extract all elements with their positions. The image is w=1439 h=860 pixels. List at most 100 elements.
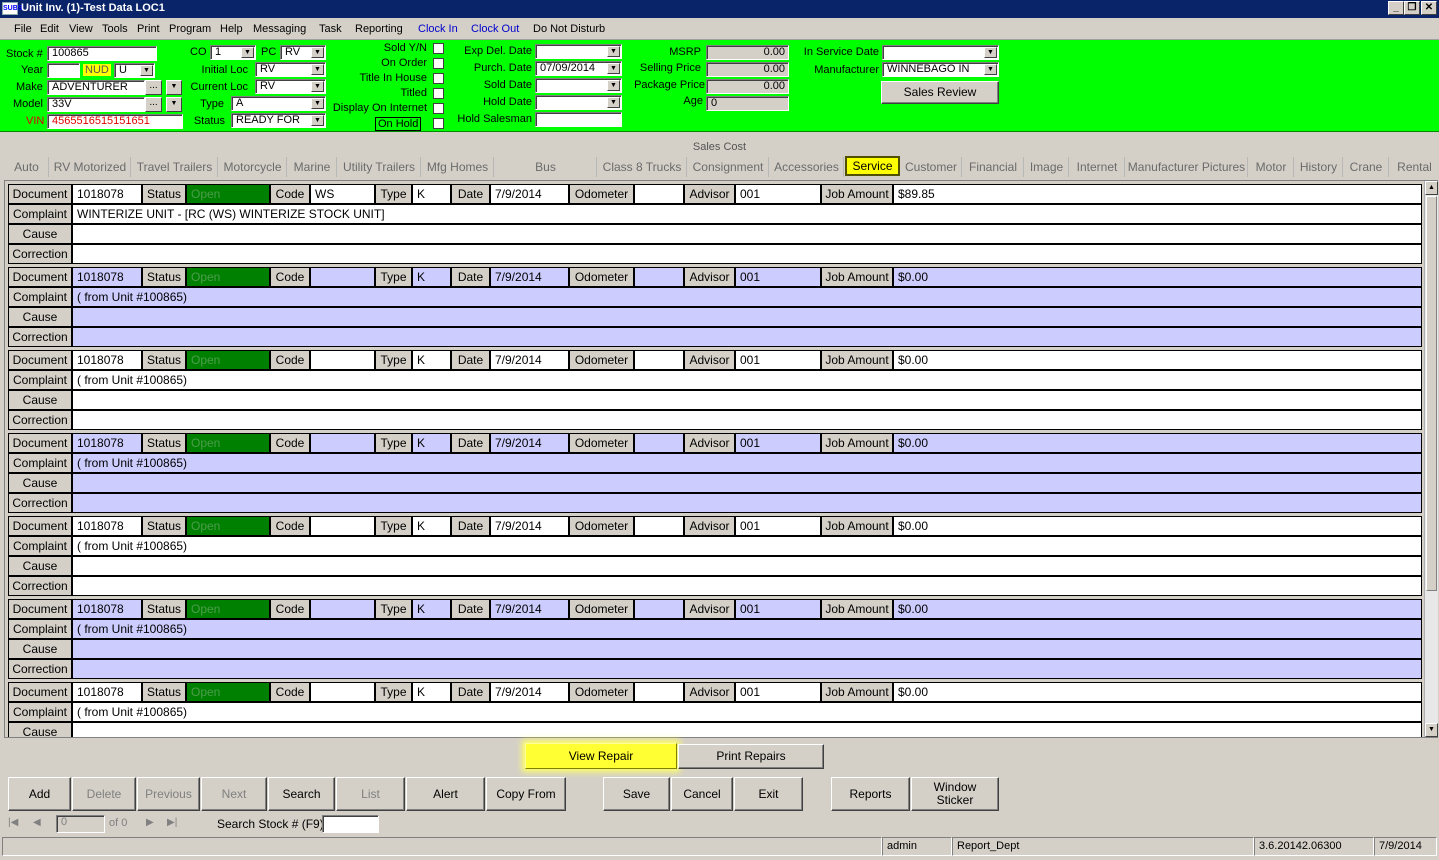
tab-travel-trailers[interactable]: Travel Trailers	[132, 157, 218, 177]
previous-record-icon[interactable]: ◀	[33, 817, 41, 828]
in-service-date-field[interactable]: ▼	[882, 45, 999, 60]
tab-image[interactable]: Image	[1025, 157, 1069, 177]
tab-customer[interactable]: Customer	[901, 157, 962, 177]
msrp-field[interactable]: 0.00	[706, 45, 789, 60]
status-value[interactable]: Open	[186, 682, 270, 702]
tab-utility-trailers[interactable]: Utility Trailers	[338, 157, 421, 177]
vin-field[interactable]: 4565516515151651	[47, 114, 183, 129]
complaint-field[interactable]: ( from Unit #100865)	[72, 287, 1422, 307]
menu-print[interactable]: Print	[137, 23, 160, 35]
status-value[interactable]: Open	[186, 433, 270, 453]
odometer-value[interactable]	[634, 184, 684, 204]
document-value[interactable]: 1018078	[72, 350, 142, 370]
tab-crane[interactable]: Crane	[1344, 157, 1389, 177]
complaint-field[interactable]: ( from Unit #100865)	[72, 453, 1422, 473]
hold-date-field[interactable]: ▼	[535, 95, 622, 110]
chevron-down-icon[interactable]: ▼	[311, 81, 324, 92]
odometer-value[interactable]	[634, 350, 684, 370]
minimize-button[interactable]: _	[1388, 1, 1404, 15]
nud-select[interactable]: U ▼	[114, 63, 155, 78]
job-amount-value[interactable]: $0.00	[893, 516, 1422, 536]
menu-program[interactable]: Program	[169, 23, 211, 35]
odometer-value[interactable]	[634, 433, 684, 453]
selling-price-field[interactable]: 0.00	[706, 62, 789, 77]
complaint-field[interactable]: ( from Unit #100865)	[72, 702, 1422, 722]
complaint-field[interactable]: ( from Unit #100865)	[72, 536, 1422, 556]
make-field[interactable]: ADVENTURER	[47, 80, 145, 95]
code-value[interactable]	[310, 599, 375, 619]
correction-field[interactable]	[72, 410, 1422, 430]
cause-field[interactable]	[72, 224, 1422, 244]
copy-from-button[interactable]: Copy From	[486, 777, 566, 811]
cause-field[interactable]	[72, 639, 1422, 659]
chevron-down-icon[interactable]: ▼	[984, 47, 997, 58]
chevron-down-icon[interactable]: ▼	[984, 64, 997, 75]
scroll-down-icon[interactable]: ▼	[1425, 723, 1438, 737]
close-button[interactable]: ✕	[1421, 1, 1437, 15]
tab-auto[interactable]: Auto	[5, 157, 49, 177]
sales-cost-header[interactable]: Sales Cost	[0, 140, 1439, 157]
complaint-field[interactable]: ( from Unit #100865)	[72, 370, 1422, 390]
tab-accessories[interactable]: Accessories	[770, 157, 844, 177]
tab-history[interactable]: History	[1295, 157, 1343, 177]
menu-tools[interactable]: Tools	[102, 23, 128, 35]
type-value[interactable]: K	[412, 599, 451, 619]
package-price-field[interactable]: 0.00	[706, 79, 789, 94]
document-value[interactable]: 1018078	[72, 599, 142, 619]
tab-consignment[interactable]: Consignment	[688, 157, 769, 177]
delete-button[interactable]: Delete	[72, 777, 136, 811]
code-value[interactable]: WS	[310, 184, 375, 204]
cause-field[interactable]	[72, 556, 1422, 576]
manufacturer-select[interactable]: WINNEBAGO IN ▼	[882, 62, 999, 77]
job-amount-value[interactable]: $0.00	[893, 350, 1422, 370]
cause-field[interactable]	[72, 722, 1422, 737]
status-select[interactable]: READY FOR ▼	[231, 113, 326, 128]
on-hold-checkbox[interactable]	[433, 118, 444, 129]
advisor-value[interactable]: 001	[735, 184, 821, 204]
complaint-field[interactable]: WINTERIZE UNIT - [RC (WS) WINTERIZE STOC…	[72, 204, 1422, 224]
tab-service[interactable]: Service	[845, 156, 900, 176]
menu-help[interactable]: Help	[220, 23, 243, 35]
type-value[interactable]: K	[412, 267, 451, 287]
print-repairs-button[interactable]: Print Repairs	[678, 744, 824, 769]
status-value[interactable]: Open	[186, 350, 270, 370]
restore-button[interactable]: ❐	[1404, 1, 1420, 15]
title-in-house-checkbox[interactable]	[433, 73, 444, 84]
job-amount-value[interactable]: $89.85	[893, 184, 1422, 204]
menu-file[interactable]: File	[14, 23, 32, 35]
advisor-value[interactable]: 001	[735, 682, 821, 702]
correction-field[interactable]	[72, 493, 1422, 513]
tab-rental[interactable]: Rental	[1390, 157, 1439, 177]
type-value[interactable]: K	[412, 433, 451, 453]
add-button[interactable]: Add	[8, 777, 71, 811]
cause-field[interactable]	[72, 473, 1422, 493]
next-record-icon[interactable]: ▶	[146, 817, 154, 828]
window-sticker-button[interactable]: Window Sticker	[911, 777, 999, 811]
exp-del-date-field[interactable]: ▼	[535, 44, 622, 59]
chevron-down-icon[interactable]: ▼	[607, 46, 620, 57]
save-button[interactable]: Save	[603, 777, 670, 811]
model-field[interactable]: 33V	[47, 97, 145, 112]
advisor-value[interactable]: 001	[735, 350, 821, 370]
tab-mfg-homes[interactable]: Mfg Homes	[422, 157, 494, 177]
date-value[interactable]: 7/9/2014	[490, 516, 569, 536]
document-value[interactable]: 1018078	[72, 267, 142, 287]
model-dropdown-button[interactable]: ▼	[166, 97, 182, 112]
advisor-value[interactable]: 001	[735, 433, 821, 453]
menu-do-not-disturb[interactable]: Do Not Disturb	[533, 23, 605, 35]
chevron-down-icon[interactable]: ▼	[241, 47, 254, 58]
advisor-value[interactable]: 001	[735, 267, 821, 287]
advisor-value[interactable]: 001	[735, 599, 821, 619]
tab-bus[interactable]: Bus	[495, 157, 597, 177]
status-value[interactable]: Open	[186, 184, 270, 204]
chevron-down-icon[interactable]: ▼	[607, 97, 620, 108]
type-value[interactable]: K	[412, 682, 451, 702]
record-position-field[interactable]: 0	[56, 815, 105, 833]
correction-field[interactable]	[72, 244, 1422, 264]
previous-button[interactable]: Previous	[137, 777, 200, 811]
date-value[interactable]: 7/9/2014	[490, 350, 569, 370]
titled-checkbox[interactable]	[433, 88, 444, 99]
correction-field[interactable]	[72, 576, 1422, 596]
code-value[interactable]	[310, 267, 375, 287]
type-value[interactable]: K	[412, 184, 451, 204]
